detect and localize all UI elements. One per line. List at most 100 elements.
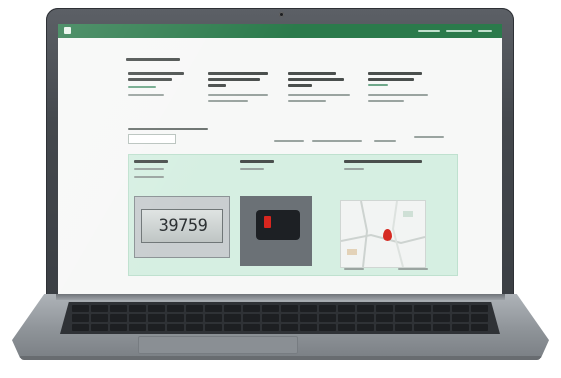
keyboard-key <box>395 305 412 313</box>
keyboard-key <box>452 314 469 322</box>
keyboard-key <box>357 314 374 322</box>
result-card-header-2 <box>240 160 330 190</box>
keyboard-key <box>471 323 488 331</box>
camera-lens-icon <box>279 12 284 17</box>
nav-link-3[interactable] <box>478 30 492 32</box>
keyboard-key <box>414 314 431 322</box>
keyboard-key <box>148 314 165 322</box>
keyboard-key <box>376 314 393 322</box>
keyboard-key <box>452 305 469 313</box>
keyboard-key <box>72 323 89 331</box>
device-photo[interactable] <box>240 196 312 266</box>
keyboard-key <box>72 305 89 313</box>
keyboard-key <box>224 314 241 322</box>
map-pin-icon <box>383 229 392 241</box>
keyboard-key <box>186 323 203 331</box>
summary-column-4 <box>368 72 442 112</box>
keyboard-key <box>167 323 184 331</box>
keyboard-key <box>110 314 127 322</box>
keyboard-key <box>319 305 336 313</box>
filter-option-4[interactable] <box>414 136 444 138</box>
keyboard-key <box>376 305 393 313</box>
keyboard-key <box>110 323 127 331</box>
map-thumbnail[interactable] <box>340 200 426 268</box>
keyboard-key <box>91 323 108 331</box>
result-card-header-1 <box>134 160 224 190</box>
keyboard-key <box>224 323 241 331</box>
keyboard-key <box>433 314 450 322</box>
keyboard-key <box>281 323 298 331</box>
nav-link-1[interactable] <box>418 30 440 32</box>
keyboard-key <box>186 314 203 322</box>
keyboard-key <box>129 323 146 331</box>
keyboard-key <box>338 314 355 322</box>
keyboard-key <box>243 323 260 331</box>
keyboard-key <box>414 323 431 331</box>
laptop-hinge <box>56 294 505 300</box>
laptop-front-edge <box>20 356 541 360</box>
keyboard-key <box>414 305 431 313</box>
keyboard-key <box>357 323 374 331</box>
meter-photo[interactable]: 39759 <box>134 196 230 258</box>
keyboard-key <box>452 323 469 331</box>
filter-option-1[interactable] <box>274 140 304 142</box>
nav-link-2[interactable] <box>446 30 472 32</box>
keyboard-key <box>433 323 450 331</box>
keyboard-key <box>262 314 279 322</box>
keyboard-key <box>433 305 450 313</box>
keyboard-key <box>167 314 184 322</box>
keyboard-key <box>167 305 184 313</box>
summary-column-1 <box>128 72 198 112</box>
keyboard-key <box>471 314 488 322</box>
filter-option-3[interactable] <box>374 140 396 142</box>
summary-column-2 <box>208 72 282 112</box>
device-indicator <box>264 216 271 228</box>
keyboard-key <box>205 323 222 331</box>
section-label <box>128 128 208 130</box>
keyboard-key <box>262 323 279 331</box>
keyboard-key <box>281 305 298 313</box>
app-bar <box>58 24 502 38</box>
keyboard-key <box>395 314 412 322</box>
keyboard-key <box>319 314 336 322</box>
filter-option-2[interactable] <box>312 140 362 142</box>
keyboard-key <box>243 314 260 322</box>
meter-reading: 39759 <box>158 216 208 236</box>
keyboard-key <box>338 323 355 331</box>
keyboard-key <box>319 323 336 331</box>
page-heading <box>126 58 180 61</box>
summary-column-3 <box>288 72 362 112</box>
keyboard-key <box>205 305 222 313</box>
result-card-header-3 <box>344 160 434 190</box>
keyboard-key <box>281 314 298 322</box>
keyboard-key <box>110 305 127 313</box>
filter-input[interactable] <box>128 134 176 144</box>
keyboard-key <box>300 314 317 322</box>
meter-display: 39759 <box>141 209 223 243</box>
app-logo-icon <box>64 27 71 34</box>
keyboard-key <box>148 323 165 331</box>
keyboard-key <box>300 323 317 331</box>
keyboard-key <box>91 305 108 313</box>
keyboard <box>60 302 500 334</box>
keyboard-key <box>376 323 393 331</box>
keyboard-key <box>72 314 89 322</box>
keyboard-key <box>91 314 108 322</box>
keyboard-key <box>471 305 488 313</box>
keyboard-key <box>148 305 165 313</box>
keyboard-key <box>186 305 203 313</box>
keyboard-key <box>357 305 374 313</box>
keyboard-key <box>243 305 260 313</box>
keyboard-key <box>338 305 355 313</box>
keyboard-key <box>395 323 412 331</box>
map-footer-label <box>344 268 364 270</box>
keyboard-key <box>300 305 317 313</box>
map-footer-link[interactable] <box>398 268 428 270</box>
keyboard-key <box>224 305 241 313</box>
keyboard-key <box>262 305 279 313</box>
touchpad <box>138 336 298 354</box>
keyboard-key <box>129 314 146 322</box>
keyboard-key <box>129 305 146 313</box>
keyboard-key <box>205 314 222 322</box>
laptop-screen: 39759 <box>58 24 502 294</box>
